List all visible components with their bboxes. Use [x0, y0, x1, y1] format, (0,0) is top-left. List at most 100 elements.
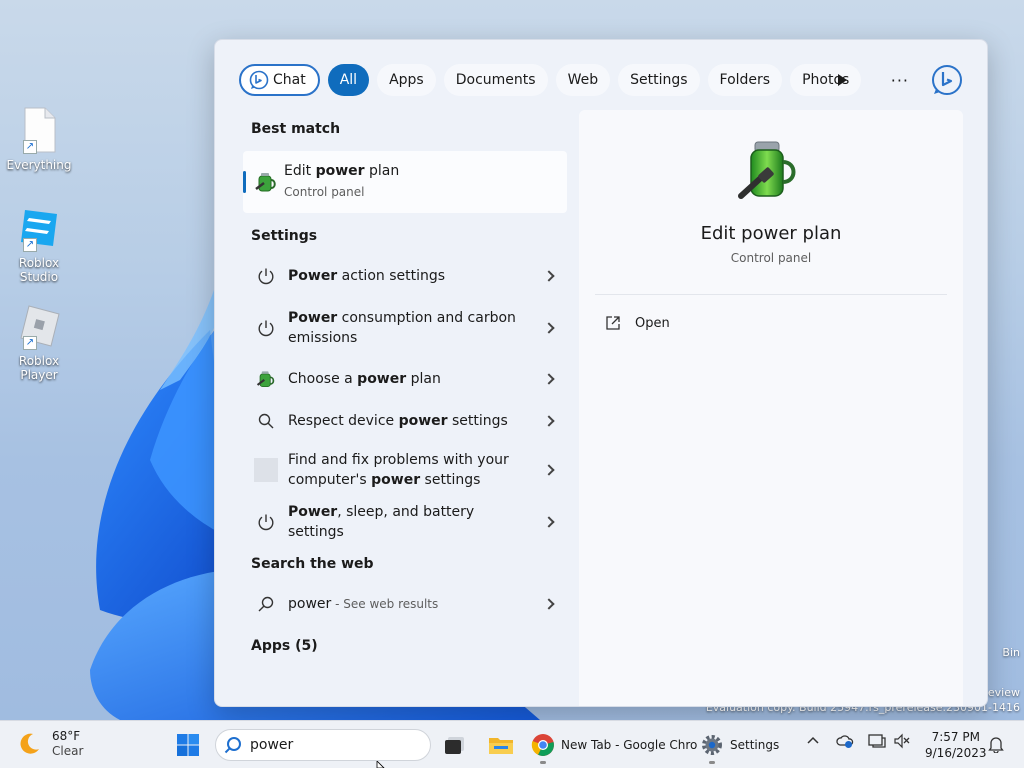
- start-windows-icon[interactable]: [176, 733, 200, 757]
- best-match-subtitle: Control panel: [284, 185, 365, 199]
- chevron-right-icon: [543, 322, 555, 334]
- desktop-icon-everything[interactable]: ↗ Everything: [2, 106, 76, 172]
- notification-bell-icon[interactable]: [988, 735, 1004, 753]
- taskbar-file-explorer[interactable]: [488, 731, 514, 759]
- open-external-icon: [606, 316, 620, 330]
- taskbar-task-view[interactable]: [444, 731, 466, 759]
- shortcut-arrow-icon: ↗: [23, 336, 37, 350]
- clock-time: 7:57 PM: [931, 730, 980, 744]
- power-plan-icon: [254, 367, 278, 391]
- filter-apps[interactable]: Apps: [377, 64, 436, 96]
- power-plan-large-icon: [738, 141, 796, 199]
- taskbar-chrome[interactable]: New Tab - Google Chro: [531, 731, 698, 764]
- chevron-right-icon: [543, 464, 555, 476]
- result-web-power[interactable]: power - See web results: [243, 582, 567, 626]
- bing-chat-icon: [249, 70, 269, 90]
- running-indicator: [540, 761, 546, 764]
- more-filters-play-icon[interactable]: [837, 74, 847, 86]
- result-label: Respect device power settings: [288, 413, 508, 429]
- tray-network[interactable]: [868, 733, 886, 749]
- task-view-icon: [445, 737, 464, 754]
- weather-condition: Clear: [52, 744, 84, 758]
- troubleshoot-placeholder-icon: [254, 458, 278, 482]
- best-match-title: Edit power plan: [284, 163, 400, 179]
- filter-all[interactable]: All: [327, 64, 370, 96]
- result-detail-pane: Edit power plan Control panel Open: [579, 110, 963, 706]
- result-label: Choose a power plan: [288, 371, 441, 387]
- result-label: Power action settings: [288, 268, 446, 284]
- running-indicator: [709, 761, 715, 764]
- power-icon: [254, 316, 278, 340]
- filter-documents[interactable]: Documents: [443, 64, 548, 96]
- result-find-fix-power[interactable]: Find and fix problems with your computer…: [243, 442, 567, 498]
- detail-divider: [595, 294, 947, 295]
- more-options-icon[interactable]: ···: [891, 71, 909, 90]
- result-label: Power consumption and carbon emissions: [288, 310, 516, 346]
- power-icon: [254, 510, 278, 534]
- filter-chat[interactable]: Chat: [239, 64, 320, 96]
- mouse-cursor-icon: [376, 761, 385, 768]
- result-respect-device-power[interactable]: Respect device power settings: [243, 400, 567, 442]
- result-power-action-settings[interactable]: Power action settings: [243, 254, 567, 298]
- chrome-icon: [531, 734, 554, 756]
- result-power-consumption[interactable]: Power consumption and carbon emissions: [243, 300, 567, 356]
- filter-bar-actions: ···: [837, 64, 963, 96]
- moon-icon: [20, 733, 39, 754]
- taskbar: 68°F Clear power New Tab - Google Chro S…: [0, 720, 1024, 768]
- roblox-player-icon: ↗: [15, 302, 63, 350]
- shortcut-arrow-icon: ↗: [23, 140, 37, 154]
- watermark-review-fragment: eview: [987, 686, 1020, 699]
- filter-settings[interactable]: Settings: [618, 64, 700, 96]
- best-match-edit-power-plan[interactable]: Edit power plan Control panel: [243, 151, 567, 213]
- search-web-heading: Search the web: [251, 556, 374, 572]
- network-icon: [868, 734, 886, 748]
- roblox-studio-icon: ↗: [15, 204, 63, 252]
- filter-web[interactable]: Web: [555, 64, 611, 96]
- bing-icon[interactable]: [931, 64, 963, 96]
- result-label: power - See web results: [288, 596, 439, 612]
- desktop-icon-roblox-studio[interactable]: ↗ Roblox Studio: [2, 204, 76, 284]
- taskbar-search-input[interactable]: [250, 737, 400, 753]
- chevron-right-icon: [543, 270, 555, 282]
- settings-window-title: Settings: [730, 738, 780, 752]
- filter-folders[interactable]: Folders: [707, 64, 783, 96]
- apps-heading[interactable]: Apps (5): [251, 638, 318, 654]
- result-power-sleep-battery[interactable]: Power, sleep, and battery settings: [243, 500, 567, 544]
- chevron-right-icon: [543, 415, 555, 427]
- show-hidden-icons[interactable]: [806, 733, 820, 747]
- chevron-right-icon: [543, 598, 555, 610]
- file-icon: ↗: [15, 106, 63, 154]
- filter-chat-label: Chat: [273, 72, 306, 88]
- desktop-icon-label: Roblox Player: [18, 354, 60, 382]
- folder-icon: [489, 738, 513, 754]
- recycle-bin-label-fragment: Bin: [1002, 646, 1020, 659]
- weather-text: 68°F Clear: [52, 729, 83, 759]
- search-icon: [254, 592, 278, 616]
- desktop-icon-roblox-player[interactable]: ↗ Roblox Player: [2, 302, 76, 382]
- taskbar-clock[interactable]: 7:57 PM 9/16/2023: [925, 729, 987, 761]
- chevron-up-icon: [807, 736, 819, 744]
- chrome-window-title: New Tab - Google Chro: [561, 738, 698, 752]
- power-icon: [254, 264, 278, 288]
- search-results-list: Best match Edit power plan Control panel…: [239, 114, 569, 706]
- gear-icon: [702, 735, 722, 755]
- best-match-heading: Best match: [251, 121, 341, 137]
- tray-volume-muted[interactable]: [894, 733, 910, 749]
- weather-temperature: 68°F: [52, 729, 81, 743]
- search-icon: [224, 737, 241, 754]
- search-icon: [254, 409, 278, 433]
- tray-onedrive[interactable]: [836, 733, 854, 749]
- taskbar-search-box[interactable]: [215, 729, 431, 761]
- detail-subtitle: Control panel: [730, 251, 812, 265]
- detail-title: Edit power plan: [700, 223, 842, 244]
- search-filter-bar: Chat All Apps Documents Web Settings Fol…: [239, 64, 963, 96]
- result-choose-power-plan[interactable]: Choose a power plan: [243, 358, 567, 400]
- speaker-muted-icon: [894, 733, 910, 749]
- open-label: Open: [635, 315, 670, 331]
- power-plan-icon: [255, 173, 276, 192]
- clock-date: 9/16/2023: [925, 746, 987, 760]
- weather-widget[interactable]: 68°F Clear: [16, 729, 83, 759]
- taskbar-settings[interactable]: Settings: [700, 731, 780, 764]
- open-action[interactable]: Open: [605, 315, 670, 331]
- onedrive-cloud-icon: [836, 735, 854, 748]
